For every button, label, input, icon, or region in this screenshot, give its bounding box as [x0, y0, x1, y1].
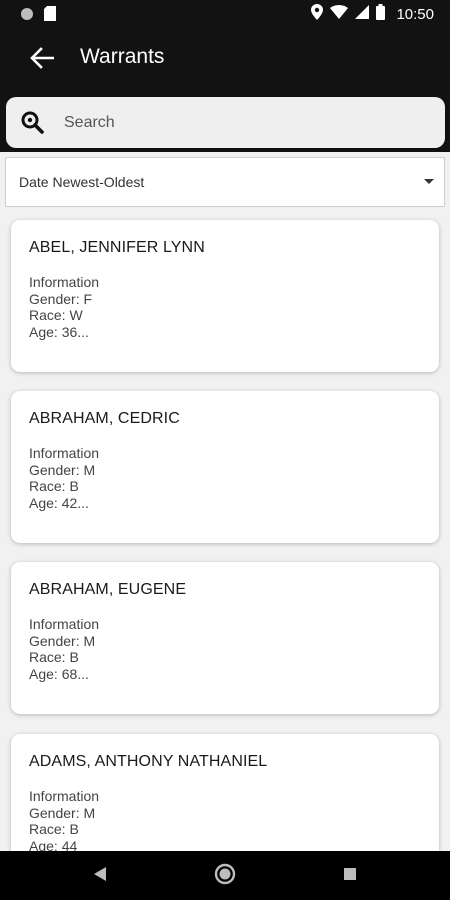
status-bar: 10:50 — [0, 0, 450, 28]
sd-card-icon — [44, 6, 56, 26]
circle-home-icon — [214, 863, 236, 890]
info-label: Information — [29, 274, 100, 290]
info-label: Information — [29, 445, 100, 461]
age-value: Age: 36... — [29, 323, 89, 340]
back-button[interactable] — [20, 40, 64, 80]
location-icon — [311, 4, 324, 25]
gender-value: Gender: M — [29, 461, 96, 478]
sort-selected-value: Date Newest-Oldest — [19, 174, 145, 190]
nav-back-button[interactable] — [87, 863, 113, 889]
warrant-card[interactable]: ABRAHAM, EUGENE Information Gender: M Ra… — [11, 562, 439, 714]
status-right: 10:50 — [311, 4, 434, 25]
search-input[interactable] — [64, 97, 434, 148]
wifi-icon — [330, 5, 349, 24]
dropdown-caret-icon — [424, 179, 434, 184]
arrow-left-icon — [30, 46, 55, 74]
status-time: 10:50 — [396, 6, 434, 23]
app-bar: Warrants — [0, 28, 450, 152]
race-value: Race: B — [29, 478, 79, 494]
gender-value: Gender: F — [29, 290, 93, 307]
warrants-screen: 10:50 Warrants Date Newest-Olde — [0, 0, 450, 900]
sort-dropdown[interactable]: Date Newest-Oldest — [5, 157, 445, 207]
status-left — [20, 6, 56, 26]
info-label: Information — [29, 788, 100, 804]
triangle-back-icon — [93, 866, 107, 887]
warrant-details: Information Gender: M Race: B Age: 44 — [29, 788, 99, 854]
race-value: Race: B — [29, 821, 79, 837]
warrant-name: ADAMS, ANTHONY NATHANIEL — [29, 753, 268, 770]
warrant-details: Information Gender: M Race: B Age: 42... — [29, 445, 99, 511]
warrant-details: Information Gender: M Race: B Age: 68... — [29, 616, 99, 682]
warrant-name: ABRAHAM, EUGENE — [29, 581, 187, 598]
search-box[interactable] — [6, 97, 445, 148]
gender-value: Gender: M — [29, 804, 96, 821]
age-value: Age: 42... — [29, 494, 89, 511]
nav-recents-button[interactable] — [337, 863, 363, 889]
gender-value: Gender: M — [29, 632, 96, 649]
warrant-name: ABRAHAM, CEDRIC — [29, 410, 180, 427]
warrant-card[interactable]: ABEL, JENNIFER LYNN Information Gender: … — [11, 220, 439, 372]
info-label: Information — [29, 616, 100, 632]
race-value: Race: B — [29, 649, 79, 665]
notification-dot-icon — [20, 7, 34, 26]
warrant-details: Information Gender: F Race: W Age: 36... — [29, 274, 99, 340]
warrant-name: ABEL, JENNIFER LYNN — [29, 239, 205, 256]
race-value: Race: W — [29, 307, 83, 323]
search-icon[interactable] — [20, 110, 46, 136]
nav-home-button[interactable] — [212, 863, 238, 889]
square-recents-icon — [343, 867, 357, 886]
warrant-card[interactable]: ABRAHAM, CEDRIC Information Gender: M Ra… — [11, 391, 439, 543]
system-nav-bar — [0, 851, 450, 900]
page-title: Warrants — [80, 45, 165, 68]
signal-icon — [355, 5, 370, 24]
battery-icon — [376, 4, 386, 25]
age-value: Age: 68... — [29, 665, 89, 682]
